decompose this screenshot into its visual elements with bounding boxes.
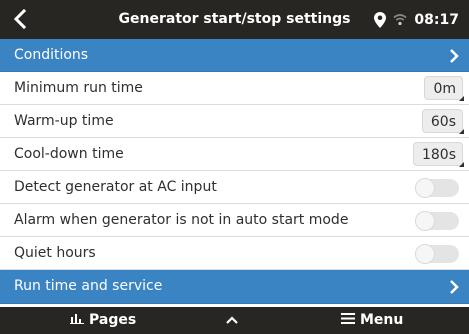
- list-item-label: Cool-down time: [14, 146, 124, 162]
- scroll-up-button[interactable]: [226, 307, 238, 334]
- pages-icon: [70, 307, 84, 334]
- list-item-run-time-and-service[interactable]: Run time and service: [0, 270, 469, 304]
- cool-down-time-value[interactable]: 180s: [412, 142, 464, 167]
- status-area: 08:17: [374, 0, 459, 39]
- list-item-warm-up-time[interactable]: Warm-up time 60s: [0, 105, 469, 138]
- clock-time: 08:17: [414, 11, 459, 28]
- chevron-right-icon: [449, 39, 459, 71]
- chevron-up-icon: [226, 307, 238, 334]
- list-item-cool-down-time[interactable]: Cool-down time 180s: [0, 138, 469, 171]
- pages-label: Pages: [89, 312, 137, 328]
- list-item-alarm-auto-start[interactable]: Alarm when generator is not in auto star…: [0, 204, 469, 237]
- menu-icon: [341, 307, 355, 334]
- pages-button[interactable]: Pages: [70, 307, 136, 334]
- list-item-label: Detect generator at AC input: [14, 179, 217, 195]
- toggle-knob: [415, 244, 435, 264]
- list-item-minimum-run-time[interactable]: Minimum run time 0m: [0, 72, 469, 105]
- list-item-conditions[interactable]: Conditions: [0, 39, 469, 72]
- list-item-quiet-hours[interactable]: Quiet hours: [0, 237, 469, 270]
- toggle-knob: [415, 178, 435, 198]
- list-item-label: Conditions: [14, 47, 89, 63]
- alarm-auto-start-toggle[interactable]: [415, 211, 459, 231]
- menu-label: Menu: [360, 312, 404, 328]
- settings-list: Conditions Minimum run time 0m Warm-up t…: [0, 39, 469, 307]
- quiet-hours-toggle[interactable]: [415, 244, 459, 264]
- chevron-right-icon: [449, 270, 459, 302]
- list-item-label: Minimum run time: [14, 80, 143, 96]
- bottom-bar: Pages Menu: [0, 307, 469, 334]
- list-item-label: Quiet hours: [14, 245, 96, 261]
- list-item-label: Run time and service: [14, 278, 163, 294]
- wifi-icon: [393, 13, 407, 26]
- toggle-knob: [415, 211, 435, 231]
- menu-button[interactable]: Menu: [341, 307, 403, 334]
- top-bar: Generator start/stop settings 08:17: [0, 0, 469, 39]
- detect-generator-toggle[interactable]: [415, 178, 459, 198]
- warm-up-time-value[interactable]: 60s: [421, 109, 464, 134]
- list-item-label: Warm-up time: [14, 113, 114, 129]
- minimum-run-time-value[interactable]: 0m: [424, 76, 464, 101]
- list-item-detect-generator[interactable]: Detect generator at AC input: [0, 171, 469, 204]
- location-pin-icon: [374, 11, 387, 28]
- list-item-label: Alarm when generator is not in auto star…: [14, 212, 349, 228]
